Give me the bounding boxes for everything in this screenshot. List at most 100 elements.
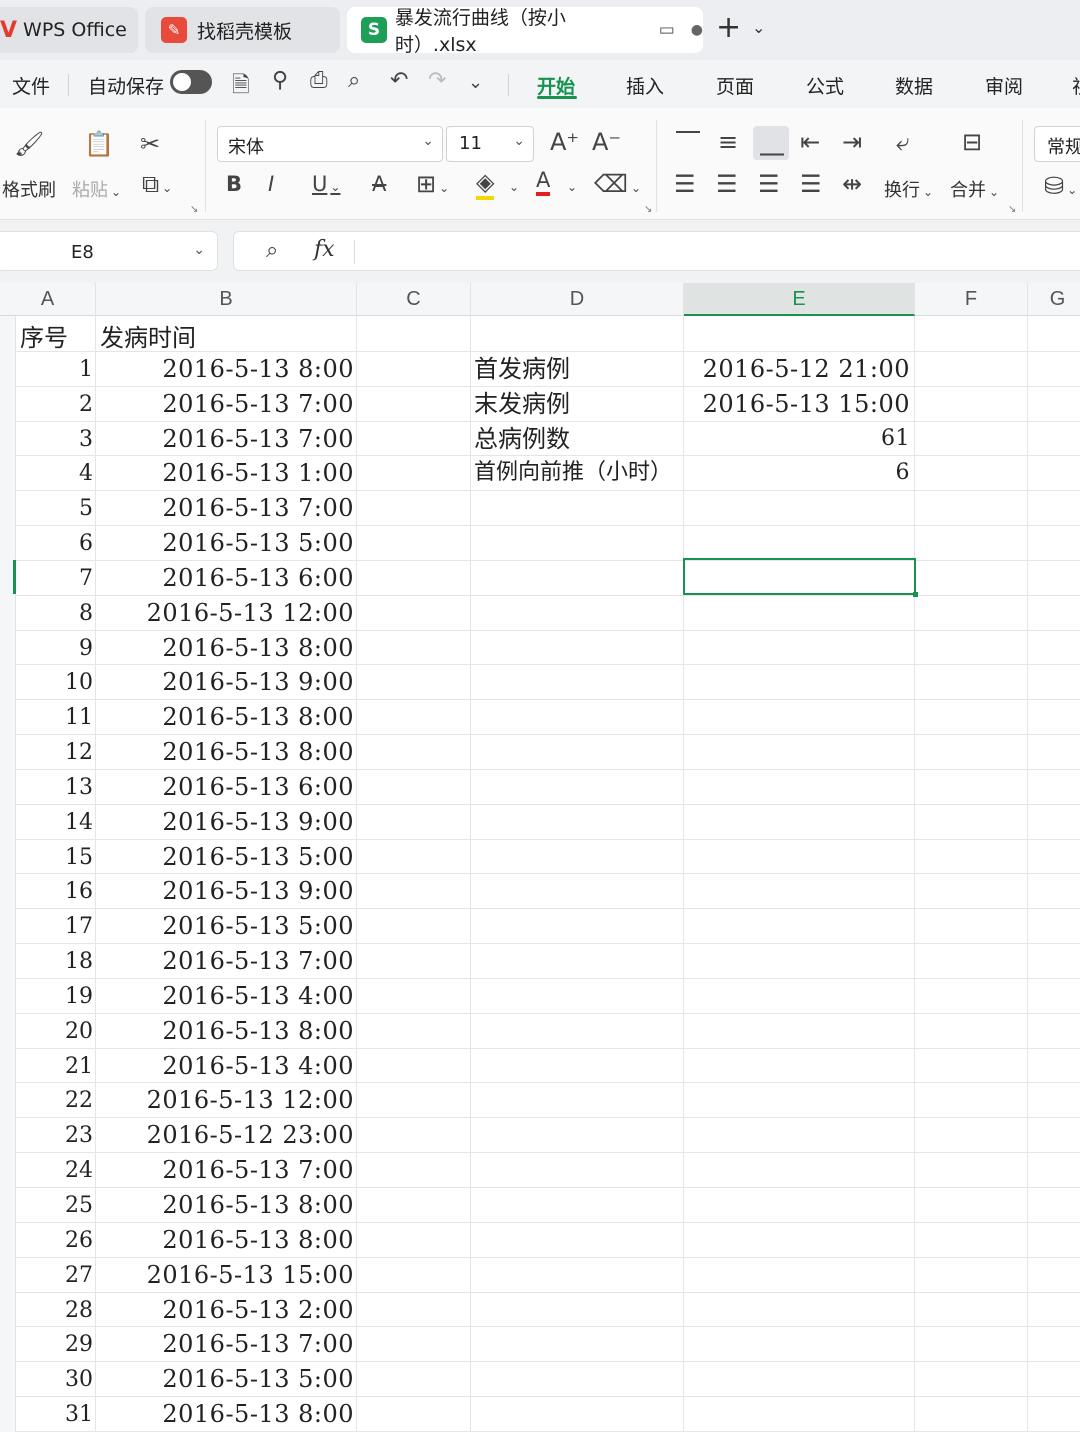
menu-more[interactable]: 视 xyxy=(1072,72,1080,99)
wrap-text-button[interactable]: 换行 ⌄ xyxy=(884,176,933,202)
cell-styles-icon[interactable]: ⛁ ⌄ xyxy=(1044,172,1077,200)
cell-seq[interactable]: 28 xyxy=(16,1293,93,1327)
summary-value[interactable]: 61 xyxy=(684,422,910,456)
merge-cells-icon[interactable]: ⊟ xyxy=(962,128,982,156)
cell-seq[interactable]: 26 xyxy=(16,1223,93,1257)
font-name-select[interactable]: 宋体 ⌄ xyxy=(217,126,443,162)
chevron-down-icon[interactable]: ⌄ xyxy=(193,242,205,258)
cell-onset-time[interactable]: 2016-5-13 6:00 xyxy=(95,561,354,595)
summary-label[interactable]: 末发病例 xyxy=(474,387,684,421)
cell-onset-time[interactable]: 2016-5-13 8:00 xyxy=(95,352,354,386)
formula-input[interactable]: ⌕ fx xyxy=(233,231,1080,271)
more-chevron-icon[interactable]: ⌄ xyxy=(468,72,483,93)
menu-page[interactable]: 页面 xyxy=(716,72,754,99)
menu-insert[interactable]: 插入 xyxy=(626,72,664,99)
paste-icon[interactable]: 📋 xyxy=(84,130,114,158)
cell-onset-time[interactable]: 2016-5-13 7:00 xyxy=(95,422,354,456)
dialog-launcher-icon[interactable]: ↘ xyxy=(190,204,198,215)
border-icon[interactable]: ⊞ ⌄ xyxy=(416,170,449,198)
cell-seq[interactable]: 20 xyxy=(16,1014,93,1048)
fx-icon[interactable]: fx xyxy=(314,237,335,262)
cell-onset-time[interactable]: 2016-5-13 5:00 xyxy=(95,840,354,874)
print-preview-icon[interactable]: ⌕ xyxy=(348,68,360,93)
dialog-launcher-icon[interactable]: ↘ xyxy=(644,204,652,215)
justify-icon[interactable]: ☰ xyxy=(800,170,822,198)
summary-value[interactable]: 2016-5-12 21:00 xyxy=(684,352,910,386)
copy-icon[interactable]: ⧉ ⌄ xyxy=(142,170,172,198)
font-color-icon[interactable]: A xyxy=(536,168,551,196)
cell-onset-time[interactable]: 2016-5-13 4:00 xyxy=(95,979,354,1013)
paste-label[interactable]: 粘贴 ⌄ xyxy=(72,176,121,202)
fill-color-icon[interactable]: ◈ xyxy=(476,168,495,200)
underline-icon[interactable]: U ⌄ xyxy=(312,172,340,196)
cell-onset-time[interactable]: 2016-5-13 8:00 xyxy=(95,1397,354,1431)
distribute-icon[interactable]: ⇹ xyxy=(842,170,862,198)
cell-seq[interactable]: 5 xyxy=(16,491,93,525)
cell-onset-time[interactable]: 2016-5-13 8:00 xyxy=(95,700,354,734)
name-box[interactable]: E8 ⌄ xyxy=(0,231,218,271)
cell-seq[interactable]: 3 xyxy=(16,422,93,456)
decrease-indent-icon[interactable]: ⇤ xyxy=(800,128,820,156)
cell-seq[interactable]: 16 xyxy=(16,874,93,908)
autosave-toggle[interactable] xyxy=(170,70,212,94)
summary-label[interactable]: 首例向前推（小时） xyxy=(474,456,684,490)
cell-seq[interactable]: 21 xyxy=(16,1049,93,1083)
fill-color-chevron-icon[interactable]: ⌄ xyxy=(509,180,519,194)
menu-home[interactable]: 开始 xyxy=(537,72,575,99)
share-icon[interactable]: ⚲ xyxy=(272,68,288,93)
cell-onset-time[interactable]: 2016-5-13 8:00 xyxy=(95,1223,354,1257)
cell-seq[interactable]: 6 xyxy=(16,526,93,560)
column-header-d[interactable]: D xyxy=(471,283,684,316)
menu-data[interactable]: 数据 xyxy=(895,72,933,99)
cell-seq[interactable]: 31 xyxy=(16,1397,93,1431)
cell-seq[interactable]: 7 xyxy=(16,561,93,595)
zoom-icon[interactable]: ⌕ xyxy=(266,238,278,263)
cell-a1[interactable]: 序号 xyxy=(20,318,95,352)
cell-onset-time[interactable]: 2016-5-13 7:00 xyxy=(95,387,354,421)
cell-onset-time[interactable]: 2016-5-13 12:00 xyxy=(95,1083,354,1117)
font-size-select[interactable]: 11 ⌄ xyxy=(446,126,534,162)
cell-onset-time[interactable]: 2016-5-13 5:00 xyxy=(95,909,354,943)
cell-seq[interactable]: 10 xyxy=(16,665,93,699)
cell-onset-time[interactable]: 2016-5-13 8:00 xyxy=(95,1188,354,1222)
cell-onset-time[interactable]: 2016-5-13 9:00 xyxy=(95,874,354,908)
format-painter-icon[interactable]: 🖌 xyxy=(14,130,44,158)
cell-seq[interactable]: 8 xyxy=(16,596,93,630)
column-header-f[interactable]: F xyxy=(915,283,1028,316)
number-format-select[interactable]: 常规 xyxy=(1034,126,1080,162)
align-top-icon[interactable]: ⎺ xyxy=(676,128,700,156)
merge-cells-button[interactable]: 合并 ⌄ xyxy=(950,176,999,202)
align-left-icon[interactable]: ☰ xyxy=(674,170,696,198)
cell-onset-time[interactable]: 2016-5-13 12:00 xyxy=(95,596,354,630)
cell-seq[interactable]: 18 xyxy=(16,944,93,978)
dialog-launcher-icon[interactable]: ↘ xyxy=(1008,204,1016,215)
cell-onset-time[interactable]: 2016-5-13 1:00 xyxy=(95,456,354,490)
cell-onset-time[interactable]: 2016-5-13 5:00 xyxy=(95,526,354,560)
cell-seq[interactable]: 19 xyxy=(16,979,93,1013)
cell-seq[interactable]: 17 xyxy=(16,909,93,943)
column-header-c[interactable]: C xyxy=(357,283,471,316)
font-color-chevron-icon[interactable]: ⌄ xyxy=(567,180,577,194)
cell-seq[interactable]: 23 xyxy=(16,1118,93,1152)
summary-value[interactable]: 2016-5-13 15:00 xyxy=(684,387,910,421)
tab-list-chevron-icon[interactable]: ⌄ xyxy=(752,18,765,37)
cell-seq[interactable]: 29 xyxy=(16,1327,93,1361)
align-middle-icon[interactable]: ≡ xyxy=(718,128,738,156)
increase-indent-icon[interactable]: ⇥ xyxy=(842,128,862,156)
cell-seq[interactable]: 11 xyxy=(16,700,93,734)
bold-icon[interactable]: B xyxy=(226,172,242,196)
summary-label[interactable]: 总病例数 xyxy=(474,422,684,456)
new-tab-plus-icon[interactable]: + xyxy=(716,13,741,43)
wrap-text-icon[interactable]: ⤶ xyxy=(896,128,909,156)
cell-seq[interactable]: 27 xyxy=(16,1258,93,1292)
cell-seq[interactable]: 12 xyxy=(16,735,93,769)
cell-seq[interactable]: 9 xyxy=(16,631,93,665)
align-right-icon[interactable]: ☰ xyxy=(758,170,780,198)
column-header-b[interactable]: B xyxy=(96,283,357,316)
cell-seq[interactable]: 30 xyxy=(16,1362,93,1396)
cell-onset-time[interactable]: 2016-5-13 2:00 xyxy=(95,1293,354,1327)
cell-onset-time[interactable]: 2016-5-12 23:00 xyxy=(95,1118,354,1152)
increase-font-icon[interactable]: A⁺ xyxy=(550,128,579,156)
cell-seq[interactable]: 14 xyxy=(16,805,93,839)
tab-spreadsheet[interactable]: S 暴发流行曲线（按小时）.xlsx ▭ ● xyxy=(347,7,703,56)
